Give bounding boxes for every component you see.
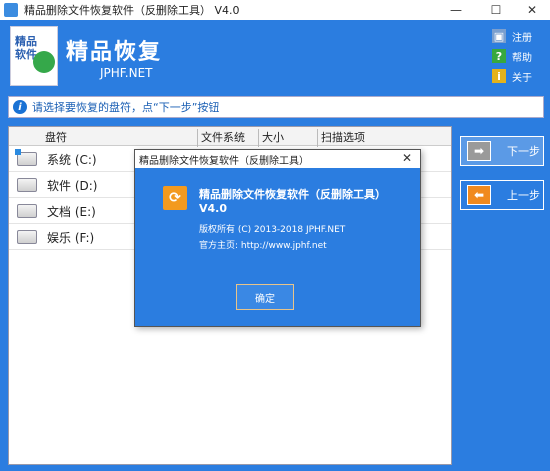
prev-button[interactable]: ⬅ 上一步 [460, 180, 544, 210]
drive-label: 文档 (E:) [47, 205, 96, 219]
arrow-left-icon: ⬅ [467, 185, 491, 205]
register-label: 注册 [512, 32, 532, 44]
minimize-button[interactable]: — [438, 0, 474, 20]
dialog-title: 精品删除文件恢复软件（反删除工具） [139, 155, 309, 167]
dialog-homepage: 官方主页: http://www.jphf.net [199, 241, 327, 251]
drive-icon [17, 178, 37, 192]
dialog-copyright: 版权所有 (C) 2013-2018 JPHF.NET [199, 225, 346, 235]
drive-label: 娱乐 (F:) [47, 231, 95, 245]
dialog-app-name: 精品删除文件恢复软件（反删除工具） [199, 188, 386, 201]
ok-button[interactable]: 确定 [236, 284, 294, 310]
info-icon: i [13, 100, 27, 114]
dialog-close-button[interactable]: ✕ [402, 151, 412, 165]
system-drive-icon [15, 149, 37, 166]
column-scan-options[interactable]: 扫描选项 [321, 129, 365, 145]
column-size[interactable]: 大小 [262, 129, 284, 145]
table-header: 盘符 文件系统 大小 扫描选项 [9, 127, 451, 147]
prev-label: 上一步 [507, 189, 540, 202]
drive-icon [17, 204, 37, 218]
window-title: 精品删除文件恢复软件（反删除工具） V4.0 [24, 4, 240, 17]
register-link[interactable]: ▣ 注册 [492, 28, 532, 44]
close-button[interactable]: ✕ [514, 0, 550, 20]
help-icon: ? [492, 49, 506, 63]
app-icon [4, 3, 18, 17]
logo: 精品软件 [10, 26, 58, 86]
next-button[interactable]: ➡ 下一步 [460, 136, 544, 166]
logo-arrow-icon [33, 51, 55, 73]
hint-bar: i 请选择要恢复的盘符，点“下一步”按钮 [8, 96, 544, 118]
about-link[interactable]: i 关于 [492, 68, 532, 84]
help-label: 帮助 [512, 52, 532, 64]
drive-label: 软件 (D:) [47, 179, 98, 193]
brand-subtitle: JPHF.NET [100, 66, 153, 80]
next-label: 下一步 [507, 145, 540, 158]
hint-text: 请选择要恢复的盘符，点“下一步”按钮 [32, 101, 220, 114]
dialog-titlebar: 精品删除文件恢复软件（反删除工具） ✕ [135, 150, 420, 168]
column-drive[interactable]: 盘符 [45, 129, 67, 145]
drive-label: 系统 (C:) [47, 153, 97, 167]
drive-icon [17, 230, 37, 244]
info-icon: i [492, 69, 506, 83]
brand-title: 精品恢复 [66, 40, 163, 65]
arrow-right-icon: ➡ [467, 141, 491, 161]
recover-icon: ⟳ [163, 186, 187, 210]
app-header: 精品软件 精品恢复 JPHF.NET [0, 20, 550, 90]
about-label: 关于 [512, 72, 532, 84]
dialog-version: V4.0 [199, 202, 227, 215]
cart-icon: ▣ [492, 29, 506, 43]
column-filesystem[interactable]: 文件系统 [201, 129, 245, 145]
help-link[interactable]: ? 帮助 [492, 48, 532, 64]
maximize-button[interactable]: ☐ [478, 0, 514, 20]
about-dialog: 精品删除文件恢复软件（反删除工具） ✕ ⟳ 精品删除文件恢复软件（反删除工具） … [134, 149, 421, 327]
